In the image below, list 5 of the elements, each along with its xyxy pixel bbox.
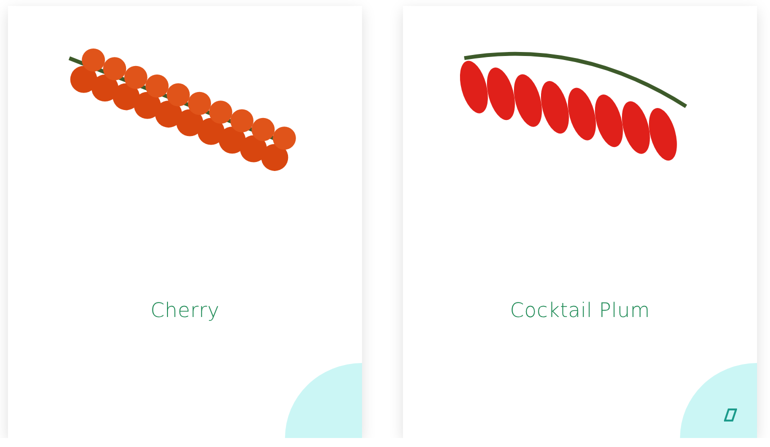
product-title: Cherry xyxy=(150,298,220,322)
product-card[interactable]: Cherry xyxy=(8,6,362,438)
product-title: Cocktail Plum xyxy=(510,298,650,322)
product-card[interactable]: Cocktail Plum xyxy=(403,6,757,438)
parallelogram-icon xyxy=(724,408,737,422)
